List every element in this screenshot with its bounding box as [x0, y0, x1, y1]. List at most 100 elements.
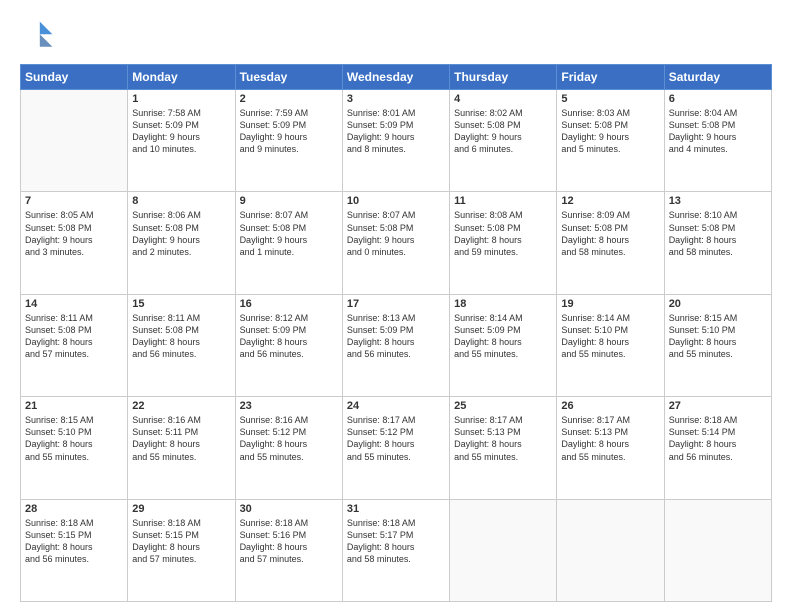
day-cell: 10 Sunrise: 8:07 AM Sunset: 5:08 PM Dayli… — [342, 192, 449, 294]
day-cell — [21, 90, 128, 192]
day-cell: 25Sunrise: 8:17 AM Sunset: 5:13 PM Dayli… — [450, 397, 557, 499]
day-cell: 8 Sunrise: 8:06 AM Sunset: 5:08 PM Daylig… — [128, 192, 235, 294]
day-number: 31 — [347, 503, 445, 515]
day-number: 20 — [669, 298, 767, 310]
day-cell: 7Sunrise: 8:05 AM Sunset: 5:08 PM Daylig… — [21, 192, 128, 294]
day-info: Sunrise: 8:08 AM Sunset: 5:08 PM Dayligh… — [454, 209, 552, 258]
day-number: 30 — [240, 503, 338, 515]
day-cell: 17 Sunrise: 8:13 AM Sunset: 5:09 PM Dayli… — [342, 294, 449, 396]
week-row-1: 7Sunrise: 8:05 AM Sunset: 5:08 PM Daylig… — [21, 192, 772, 294]
header — [20, 18, 772, 54]
day-info: Sunrise: 8:18 AM Sunset: 5:15 PM Dayligh… — [25, 517, 123, 566]
day-info: Sunrise: 8:11 AM Sunset: 5:08 PM Dayligh… — [132, 312, 230, 361]
page: SundayMondayTuesdayWednesdayThursdayFrid… — [0, 0, 792, 612]
day-number: 7 — [25, 195, 123, 207]
day-number: 22 — [132, 400, 230, 412]
day-cell: 16 Sunrise: 8:12 AM Sunset: 5:09 PM Dayli… — [235, 294, 342, 396]
day-info: Sunrise: 8:17 AM Sunset: 5:13 PM Dayligh… — [561, 414, 659, 463]
day-number: 1 — [132, 93, 230, 105]
day-number: 25 — [454, 400, 552, 412]
day-info: Sunrise: 8:09 AM Sunset: 5:08 PM Dayligh… — [561, 209, 659, 258]
week-row-4: 28 Sunrise: 8:18 AM Sunset: 5:15 PM Dayli… — [21, 499, 772, 601]
day-info: Sunrise: 8:18 AM Sunset: 5:17 PM Dayligh… — [347, 517, 445, 566]
day-info: Sunrise: 8:06 AM Sunset: 5:08 PM Dayligh… — [132, 209, 230, 258]
day-info: Sunrise: 8:16 AM Sunset: 5:11 PM Dayligh… — [132, 414, 230, 463]
day-cell: 29Sunrise: 8:18 AM Sunset: 5:15 PM Dayli… — [128, 499, 235, 601]
day-cell: 13 Sunrise: 8:10 AM Sunset: 5:08 PM Dayli… — [664, 192, 771, 294]
day-info: Sunrise: 8:07 AM Sunset: 5:08 PM Dayligh… — [240, 209, 338, 258]
day-number: 2 — [240, 93, 338, 105]
day-cell: 18 Sunrise: 8:14 AM Sunset: 5:09 PM Dayli… — [450, 294, 557, 396]
day-cell: 26Sunrise: 8:17 AM Sunset: 5:13 PM Dayli… — [557, 397, 664, 499]
day-number: 8 — [132, 195, 230, 207]
day-info: Sunrise: 8:11 AM Sunset: 5:08 PM Dayligh… — [25, 312, 123, 361]
day-number: 17 — [347, 298, 445, 310]
day-number: 5 — [561, 93, 659, 105]
day-cell: 4 Sunrise: 8:02 AM Sunset: 5:08 PM Daylig… — [450, 90, 557, 192]
week-row-3: 21 Sunrise: 8:15 AM Sunset: 5:10 PM Dayli… — [21, 397, 772, 499]
day-info: Sunrise: 8:14 AM Sunset: 5:10 PM Dayligh… — [561, 312, 659, 361]
day-cell: 12 Sunrise: 8:09 AM Sunset: 5:08 PM Dayli… — [557, 192, 664, 294]
day-cell: 20 Sunrise: 8:15 AM Sunset: 5:10 PM Dayli… — [664, 294, 771, 396]
day-cell: 5 Sunrise: 8:03 AM Sunset: 5:08 PM Daylig… — [557, 90, 664, 192]
calendar-body: 1 Sunrise: 7:58 AM Sunset: 5:09 PM Daylig… — [21, 90, 772, 602]
day-info: Sunrise: 8:13 AM Sunset: 5:09 PM Dayligh… — [347, 312, 445, 361]
day-number: 12 — [561, 195, 659, 207]
day-cell — [664, 499, 771, 601]
header-cell-sunday: Sunday — [21, 65, 128, 90]
day-number: 13 — [669, 195, 767, 207]
day-cell — [557, 499, 664, 601]
day-info: Sunrise: 8:10 AM Sunset: 5:08 PM Dayligh… — [669, 209, 767, 258]
day-info: Sunrise: 8:14 AM Sunset: 5:09 PM Dayligh… — [454, 312, 552, 361]
day-cell: 11 Sunrise: 8:08 AM Sunset: 5:08 PM Dayli… — [450, 192, 557, 294]
day-number: 29 — [132, 503, 230, 515]
day-number: 9 — [240, 195, 338, 207]
day-info: Sunrise: 8:18 AM Sunset: 5:14 PM Dayligh… — [669, 414, 767, 463]
day-info: Sunrise: 8:15 AM Sunset: 5:10 PM Dayligh… — [25, 414, 123, 463]
header-cell-wednesday: Wednesday — [342, 65, 449, 90]
day-cell: 24Sunrise: 8:17 AM Sunset: 5:12 PM Dayli… — [342, 397, 449, 499]
week-row-2: 14 Sunrise: 8:11 AM Sunset: 5:08 PM Dayli… — [21, 294, 772, 396]
day-info: Sunrise: 8:03 AM Sunset: 5:08 PM Dayligh… — [561, 107, 659, 156]
day-number: 18 — [454, 298, 552, 310]
day-number: 24 — [347, 400, 445, 412]
day-info: Sunrise: 8:02 AM Sunset: 5:08 PM Dayligh… — [454, 107, 552, 156]
header-cell-thursday: Thursday — [450, 65, 557, 90]
day-number: 6 — [669, 93, 767, 105]
day-info: Sunrise: 8:04 AM Sunset: 5:08 PM Dayligh… — [669, 107, 767, 156]
day-cell: 28 Sunrise: 8:18 AM Sunset: 5:15 PM Dayli… — [21, 499, 128, 601]
day-number: 4 — [454, 93, 552, 105]
day-number: 21 — [25, 400, 123, 412]
calendar-table: SundayMondayTuesdayWednesdayThursdayFrid… — [20, 64, 772, 602]
day-number: 28 — [25, 503, 123, 515]
day-cell: 14 Sunrise: 8:11 AM Sunset: 5:08 PM Dayli… — [21, 294, 128, 396]
day-info: Sunrise: 8:16 AM Sunset: 5:12 PM Dayligh… — [240, 414, 338, 463]
day-number: 14 — [25, 298, 123, 310]
header-cell-friday: Friday — [557, 65, 664, 90]
day-cell: 31 Sunrise: 8:18 AM Sunset: 5:17 PM Dayli… — [342, 499, 449, 601]
day-info: Sunrise: 8:07 AM Sunset: 5:08 PM Dayligh… — [347, 209, 445, 258]
calendar-header: SundayMondayTuesdayWednesdayThursdayFrid… — [21, 65, 772, 90]
day-info: Sunrise: 8:15 AM Sunset: 5:10 PM Dayligh… — [669, 312, 767, 361]
day-number: 16 — [240, 298, 338, 310]
day-cell: 27 Sunrise: 8:18 AM Sunset: 5:14 PM Dayli… — [664, 397, 771, 499]
day-cell: 9 Sunrise: 8:07 AM Sunset: 5:08 PM Daylig… — [235, 192, 342, 294]
header-row: SundayMondayTuesdayWednesdayThursdayFrid… — [21, 65, 772, 90]
day-number: 3 — [347, 93, 445, 105]
day-number: 10 — [347, 195, 445, 207]
day-number: 11 — [454, 195, 552, 207]
day-info: Sunrise: 8:18 AM Sunset: 5:16 PM Dayligh… — [240, 517, 338, 566]
header-cell-monday: Monday — [128, 65, 235, 90]
logo-icon — [20, 18, 56, 54]
header-cell-tuesday: Tuesday — [235, 65, 342, 90]
day-number: 19 — [561, 298, 659, 310]
week-row-0: 1 Sunrise: 7:58 AM Sunset: 5:09 PM Daylig… — [21, 90, 772, 192]
day-cell — [450, 499, 557, 601]
day-cell: 30 Sunrise: 8:18 AM Sunset: 5:16 PM Dayli… — [235, 499, 342, 601]
day-cell: 22 Sunrise: 8:16 AM Sunset: 5:11 PM Dayli… — [128, 397, 235, 499]
day-info: Sunrise: 8:01 AM Sunset: 5:09 PM Dayligh… — [347, 107, 445, 156]
day-info: Sunrise: 7:58 AM Sunset: 5:09 PM Dayligh… — [132, 107, 230, 156]
logo — [20, 18, 60, 54]
day-number: 27 — [669, 400, 767, 412]
day-info: Sunrise: 8:12 AM Sunset: 5:09 PM Dayligh… — [240, 312, 338, 361]
